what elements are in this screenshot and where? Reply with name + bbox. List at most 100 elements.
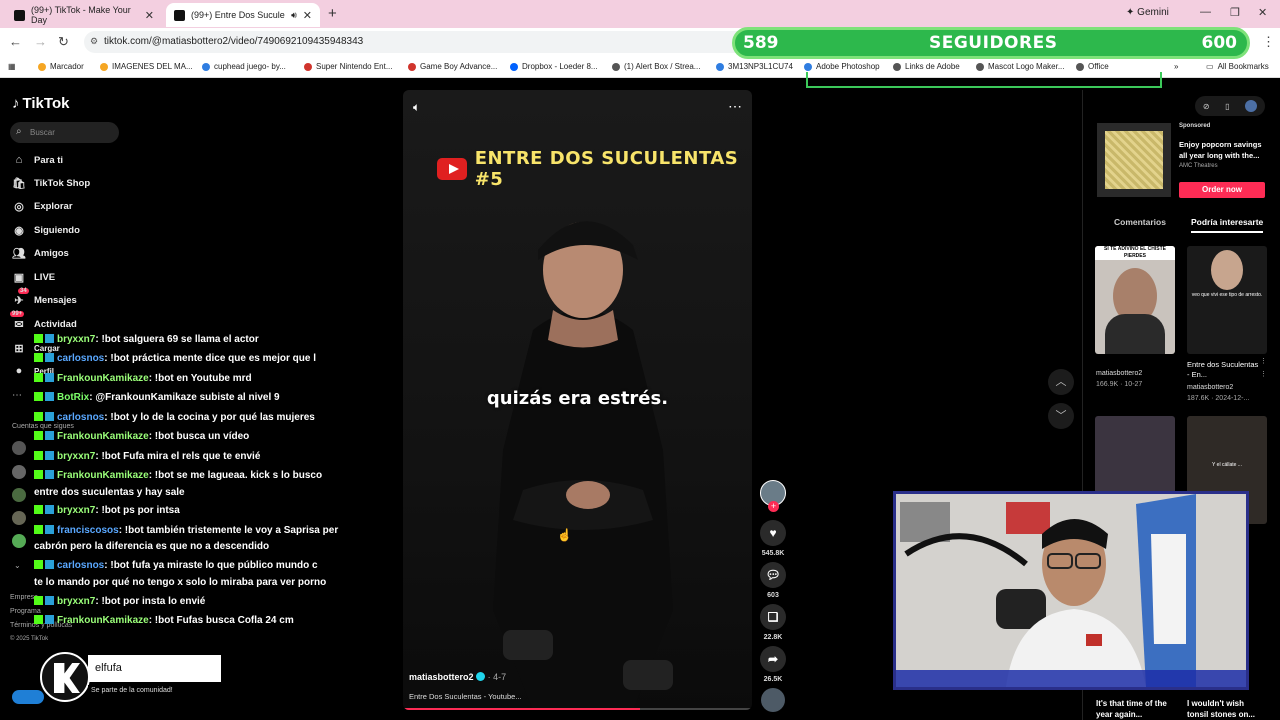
verified-icon [476,672,486,681]
speaker-icon[interactable]: 🔊︎ [291,10,297,21]
minimize-icon[interactable]: — [1200,6,1211,18]
new-tab-icon[interactable]: + [328,5,337,22]
close-tab-icon[interactable]: ✕ [303,9,312,22]
tab-podria-interesarte[interactable]: Podría interesarte [1191,217,1264,233]
apps-grid-icon[interactable]: ▦ [8,62,16,71]
bookmark-item[interactable]: Mascot Logo Maker... [976,62,1064,71]
chat-message: BotRix: @FrankounKamikaze subiste al niv… [34,392,280,403]
video-player[interactable]: ENTRE DOS SUCULENTAS #5 quizás era estré… [403,90,752,710]
card-caption[interactable]: It's that time of the year again... [1096,698,1176,720]
creator-avatar[interactable]: + [760,480,786,512]
forward-icon[interactable]: → [34,34,47,49]
all-bookmarks-label: All Bookmarks [1217,62,1269,71]
back-icon[interactable]: ← [9,34,22,49]
bookmark-item[interactable]: Links de Adobe [893,62,960,71]
sidebar-item-label: Actividad [34,319,77,330]
tiktok-logo[interactable]: ♪ TikTok [12,95,69,112]
card-author[interactable]: matiasbottero2 [1187,384,1233,391]
card-author[interactable]: matiasbottero2 [1096,370,1142,377]
follow-plus-icon[interactable]: + [768,501,779,512]
following-avatar[interactable] [12,488,26,502]
ad-image[interactable] [1097,123,1171,197]
browser-menu-icon[interactable]: ⋮ [1262,34,1275,50]
bookmark-item[interactable]: 3M13NP3L1CU74 [716,62,793,71]
activity-badge: 99+ [10,311,25,317]
comment-button[interactable]: 💬︎ 603 [760,562,786,599]
more-options-icon[interactable]: ⋯ [728,98,742,115]
more-icon[interactable]: ⋯ [12,390,22,401]
video-author[interactable]: matiasbottero2 · 4-7 [409,672,506,682]
following-avatar[interactable] [12,511,26,525]
reload-icon[interactable]: ↻ [58,34,69,50]
sidebar-item-para-ti[interactable]: ⌂ Para ti [12,154,63,166]
video-progress-bar[interactable] [403,708,752,710]
video-title-overlay: ENTRE DOS SUCULENTAS #5 [437,148,752,190]
tab-comentarios[interactable]: Comentarios [1114,217,1166,227]
kick-badge-icon [34,470,43,479]
previous-video-icon[interactable]: ︿ [1048,369,1074,395]
bookmark-item[interactable]: Dropbox - Loeder 8... [510,62,598,71]
chat-username: FrankounKamikaze [57,431,149,442]
bookmark-item[interactable]: IMAGENES DEL MA... [100,62,193,71]
sidebar-item-amigos[interactable]: 👥︎ Amigos [12,247,69,260]
card-overlay-text: SI TE ADIVINO EL CHISTE PIERDES [1095,246,1175,260]
order-now-button[interactable]: Order now [1179,182,1265,198]
following-avatar[interactable] [12,441,26,455]
card-caption[interactable]: Entre dos Suculentas - En... [1187,360,1261,380]
search-input[interactable]: ⌕ Buscar [10,122,119,143]
following-avatar[interactable] [12,465,26,479]
card-caption[interactable]: I wouldn't wish tonsil stones on... [1187,698,1267,720]
sidebar-item-tiktok-shop[interactable]: 🛍︎ TikTok Shop [12,177,90,190]
bookmark-item[interactable]: (1) Alert Box / Strea... [612,62,700,71]
sound-disc-icon[interactable] [761,688,785,712]
bookmark-item[interactable]: cuphead juego- by... [202,62,286,71]
video-card-thumbnail[interactable]: SI TE ADIVINO EL CHISTE PIERDES [1095,246,1175,354]
browser-tab-entre-dos[interactable]: (99+) Entre Dos Suculentas 🔊︎ ✕ [166,3,320,27]
compass-icon[interactable]: ⊘ [1203,102,1210,111]
phone-icon[interactable]: ▯ [1225,102,1229,111]
sidebar-item-label: Amigos [34,248,69,259]
sidebar-item-live[interactable]: ▣ LIVE [12,271,55,284]
bookmark-item[interactable]: Super Nintendo Ent... [304,62,393,71]
ad-brand: AMC Theatres [1179,163,1218,169]
close-tab-icon[interactable]: ✕ [145,9,154,22]
all-bookmarks-button[interactable]: ▭ All Bookmarks [1206,62,1269,71]
bookmark-item[interactable]: Marcador [38,62,84,71]
save-button[interactable]: ❏ 22.8K [760,604,786,641]
chat-text: : !bot fufa ya miraste lo que público mu… [104,560,318,571]
card-more-icon[interactable]: ⋮ [1260,370,1267,378]
sidebar-item-mensajes[interactable]: ✈ 34 Mensajes [12,288,77,307]
video-card-thumbnail[interactable]: veo que vivi ese tipo de arresto. [1187,246,1267,354]
next-video-icon[interactable]: ﹀ [1048,403,1074,429]
like-button[interactable]: ♥ 545.8K [760,520,786,557]
messages-badge: 34 [18,288,29,294]
subscriber-badge-icon [45,525,54,534]
bookmark-icon [510,62,518,71]
gemini-button[interactable]: ✦ Gemini [1126,7,1169,18]
bookmark-item[interactable]: Game Boy Advance... [408,62,497,71]
site-info-icon[interactable]: ⚙ [90,36,98,47]
volume-icon[interactable]: 🔈︎ [413,100,420,115]
share-button[interactable]: ➦ 26.5K [760,646,786,683]
sidebar-item-explorar[interactable]: ◎ Explorar [12,200,73,213]
share-icon: ➦ [760,646,786,672]
sidebar-item-actividad[interactable]: ✉ 99+ Actividad [10,311,77,331]
maximize-icon[interactable]: ❐ [1230,6,1240,19]
browser-tab-tiktok[interactable]: (99+) TikTok - Make Your Day ✕ [6,3,162,27]
expand-icon[interactable]: ⌄ [14,561,21,570]
ad-text[interactable]: Enjoy popcorn savings all year long with… [1179,139,1269,161]
following-avatar[interactable] [12,534,26,548]
user-avatar[interactable] [1245,100,1258,112]
video-description[interactable]: Entre Dos Suculentas - Youtube... [409,692,522,701]
bookmark-item[interactable]: Adobe Photoshop [804,62,880,71]
card-more-icon[interactable]: ⋮ [1260,357,1267,365]
sidebar-item-siguiendo[interactable]: ◉ Siguiendo [12,224,80,237]
close-window-icon[interactable]: ✕ [1258,6,1267,19]
sidebar-item-label: Explorar [34,201,73,212]
bookmark-icon [893,62,901,71]
footer-link[interactable]: Programa [10,608,41,615]
bookmark-item[interactable]: Office [1076,62,1109,71]
bookmarks-overflow-icon[interactable]: » [1174,62,1178,71]
chat-message: carlosnos: !bot práctica mente dice que … [34,353,316,364]
home-icon: ⌂ [15,154,23,166]
